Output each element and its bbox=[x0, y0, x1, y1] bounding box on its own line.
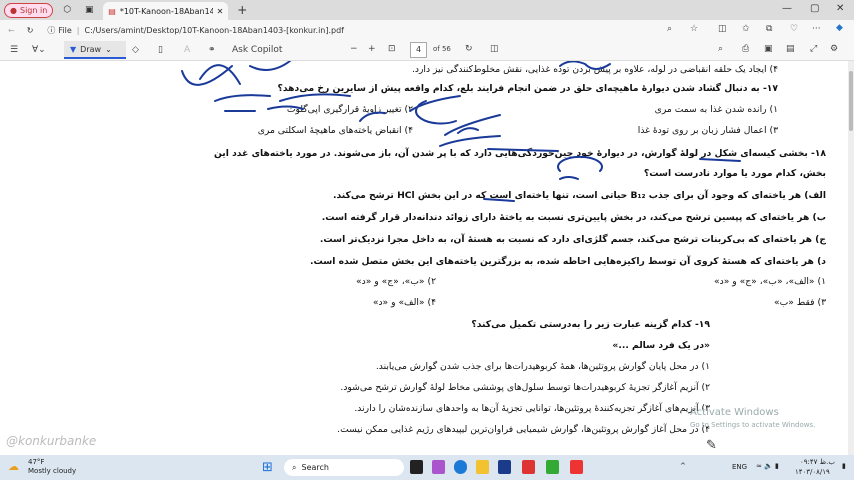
rotate-icon[interactable]: ↻ bbox=[465, 44, 473, 54]
app-icon-green[interactable] bbox=[546, 460, 559, 474]
favorite-star-icon[interactable]: ☆ bbox=[690, 24, 698, 34]
draw-tool-icon[interactable]: ✎ bbox=[706, 438, 717, 453]
tab-bar: ●Sign in ⬡ ▣ ▤ *10T-Kanoon-18Aban1403-[k… bbox=[0, 0, 854, 20]
page-number-input[interactable]: 4 bbox=[410, 42, 427, 58]
pdf-page: ۴) ایجاد یک حلقه انقباضی در لوله، علاوه … bbox=[0, 61, 848, 456]
tab-actions-icon[interactable]: ▣ bbox=[81, 5, 97, 15]
text-icon[interactable]: ▯ bbox=[158, 45, 163, 55]
sign-in-button[interactable]: ● Sign in bbox=[4, 2, 54, 18]
ask-copilot-button[interactable]: Ask Copilot bbox=[232, 45, 282, 55]
draw-button[interactable]: ▼ Draw ⌄ bbox=[64, 41, 126, 59]
more-icon[interactable]: ··· bbox=[812, 24, 821, 34]
app-icon-red[interactable] bbox=[570, 460, 583, 474]
zoom-icon[interactable]: ⌕ bbox=[667, 24, 672, 34]
workspaces-icon[interactable]: ⬡ bbox=[59, 5, 75, 15]
binoculars-icon[interactable]: ⚭ bbox=[208, 45, 216, 55]
notification-icon[interactable]: ▮ bbox=[842, 462, 846, 470]
extensions-icon[interactable]: ♡ bbox=[790, 24, 798, 34]
profile-icon: ● bbox=[10, 5, 17, 15]
tray-chevron-icon[interactable]: ^ bbox=[680, 462, 686, 470]
network-volume-battery-icons[interactable]: ≈ 🔈 ▮ bbox=[756, 462, 779, 470]
file-explorer-icon[interactable] bbox=[476, 460, 489, 474]
tab-pdf[interactable]: ▤ *10T-Kanoon-18Aban1403-[konkur.in] ✕ bbox=[103, 2, 229, 20]
fit-page-icon[interactable]: ⊡ bbox=[388, 44, 396, 54]
pdf-toolbar: ☰ ∀⌄ ▼ Draw ⌄ ◇ ▯ A ⚭ Ask Copilot − + ⊡ 4 … bbox=[0, 40, 854, 61]
address-input[interactable]: C:/Users/amint/Desktop/10T-Kanoon-18Aban… bbox=[85, 26, 345, 35]
chevron-down-icon: ⌄ bbox=[105, 44, 112, 54]
save-as-icon[interactable]: ▤ bbox=[786, 44, 795, 54]
new-tab-button[interactable]: + bbox=[234, 3, 250, 17]
app-icon-notes[interactable] bbox=[410, 460, 423, 474]
app-icon-copilot[interactable] bbox=[432, 460, 445, 474]
edge-icon[interactable] bbox=[454, 460, 467, 474]
fullscreen-icon[interactable]: ⤢ bbox=[810, 44, 817, 54]
favorites-icon[interactable]: ✩ bbox=[742, 24, 750, 34]
copilot-icon[interactable]: ◆ bbox=[836, 23, 843, 33]
info-icon: ⓘ bbox=[47, 25, 56, 35]
restore-button[interactable]: ▢ bbox=[810, 3, 819, 14]
page-view-icon[interactable]: ◫ bbox=[490, 44, 499, 54]
vertical-scrollbar[interactable] bbox=[848, 61, 854, 456]
refresh-icon[interactable]: ↻ bbox=[27, 26, 34, 35]
close-tab-icon[interactable]: ✕ bbox=[217, 7, 224, 16]
highlight-icon[interactable]: ∀⌄ bbox=[32, 45, 46, 55]
taskbar: ☁ 47°F Mostly cloudy ⊞ ⌕ Search ^ ENG ≈ 🔈… bbox=[0, 455, 854, 480]
draw-pen-icon: ▼ bbox=[70, 44, 77, 54]
settings-icon[interactable]: ⚙ bbox=[830, 44, 838, 54]
watermark: @konkurbanke bbox=[6, 434, 97, 448]
pdf-icon: ▤ bbox=[108, 6, 116, 16]
zoom-out-button[interactable]: − bbox=[350, 44, 358, 54]
read-aloud-icon[interactable]: A bbox=[184, 45, 190, 55]
start-button[interactable]: ⊞ bbox=[262, 460, 273, 475]
split-screen-icon[interactable]: ◫ bbox=[718, 24, 727, 34]
address-bar-row: ← ↻ ⓘ File | C:/Users/amint/Desktop/10T-… bbox=[0, 20, 854, 40]
acrobat-icon[interactable] bbox=[522, 460, 535, 474]
print-icon[interactable]: ⎙ bbox=[742, 44, 749, 54]
collections-icon[interactable]: ⧉ bbox=[766, 24, 772, 34]
eraser-icon[interactable]: ◇ bbox=[132, 45, 139, 55]
search-icon[interactable]: ⌕ bbox=[718, 44, 723, 54]
zoom-in-button[interactable]: + bbox=[368, 44, 376, 54]
taskbar-search[interactable]: ⌕ Search bbox=[284, 459, 404, 476]
close-window-button[interactable]: ✕ bbox=[836, 3, 844, 14]
contents-icon[interactable]: ☰ bbox=[10, 45, 18, 55]
store-icon[interactable] bbox=[498, 460, 511, 474]
save-icon[interactable]: ▣ bbox=[764, 44, 773, 54]
weather-icon: ☁ bbox=[8, 460, 19, 473]
back-icon[interactable]: ← bbox=[8, 26, 15, 35]
search-icon: ⌕ bbox=[292, 462, 297, 472]
minimize-button[interactable]: — bbox=[782, 3, 792, 14]
